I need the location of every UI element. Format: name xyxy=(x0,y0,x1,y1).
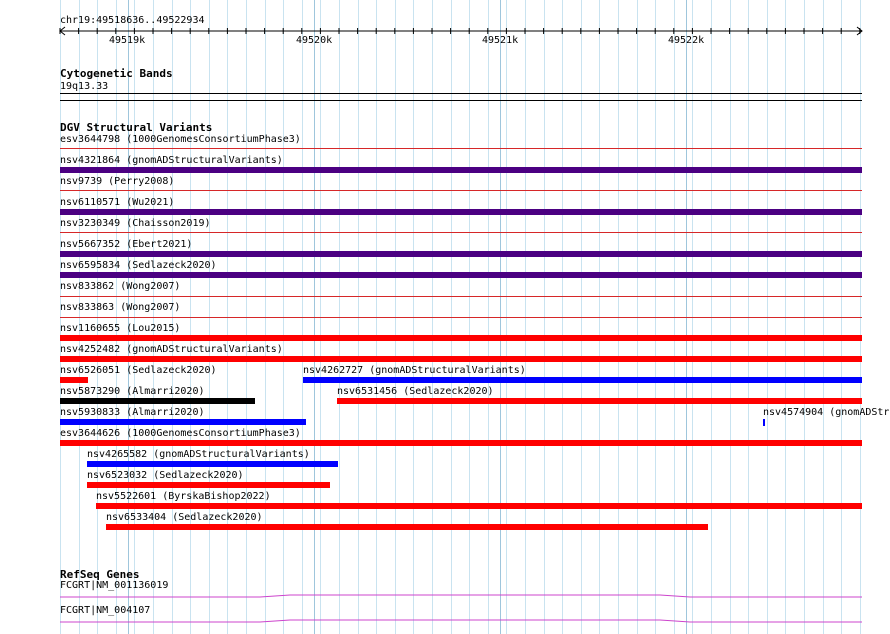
variant-bar[interactable] xyxy=(60,335,862,341)
variant-label[interactable]: nsv6595834 (Sedlazeck2020) xyxy=(60,260,217,272)
variant-bar[interactable] xyxy=(303,377,862,383)
variant-label[interactable]: nsv6533404 (Sedlazeck2020) xyxy=(106,512,263,524)
variant-label[interactable]: nsv3230349 (Chaisson2019) xyxy=(60,218,211,230)
variant-label[interactable]: nsv4574904 (gnomADStru xyxy=(763,407,890,419)
track-separator xyxy=(60,100,862,101)
variant-label[interactable]: nsv9739 (Perry2008) xyxy=(60,176,174,188)
variant-bar[interactable] xyxy=(60,272,862,278)
variant-label[interactable]: nsv4252482 (gnomADStructuralVariants) xyxy=(60,344,283,356)
variant-label[interactable]: nsv5522601 (ByrskaBishop2022) xyxy=(96,491,271,503)
cytoband-bar[interactable] xyxy=(60,93,862,94)
variant-label[interactable]: nsv4321864 (gnomADStructuralVariants) xyxy=(60,155,283,167)
variant-bar[interactable] xyxy=(337,398,862,404)
variant-bar[interactable] xyxy=(60,251,862,257)
genome-browser-view[interactable]: chr19:49518636..49522934 49519k 49520k 4… xyxy=(0,0,890,634)
variant-bar[interactable] xyxy=(763,419,765,426)
variant-bar[interactable] xyxy=(60,296,862,297)
variant-bar[interactable] xyxy=(60,209,862,215)
variant-label[interactable]: nsv4265582 (gnomADStructuralVariants) xyxy=(87,449,310,461)
variant-bar[interactable] xyxy=(60,419,306,425)
dgv-track-title[interactable]: DGV Structural Variants xyxy=(60,121,212,134)
variant-bar[interactable] xyxy=(60,377,88,383)
cytoband-track-title[interactable]: Cytogenetic Bands xyxy=(60,67,173,80)
variant-bar[interactable] xyxy=(87,482,330,488)
ruler-axis[interactable] xyxy=(58,24,866,40)
variant-label[interactable]: nsv6523032 (Sedlazeck2020) xyxy=(87,470,244,482)
variant-label[interactable]: esv3644798 (1000GenomesConsortiumPhase3) xyxy=(60,134,301,146)
variant-bar[interactable] xyxy=(60,356,862,362)
variant-bar[interactable] xyxy=(60,190,862,191)
gene-model[interactable] xyxy=(60,590,862,602)
variant-bar[interactable] xyxy=(60,148,862,149)
variant-label[interactable]: nsv833862 (Wong2007) xyxy=(60,281,180,293)
variant-label[interactable]: esv3644626 (1000GenomesConsortiumPhase3) xyxy=(60,428,301,440)
variant-label[interactable]: nsv4262727 (gnomADStructuralVariants) xyxy=(303,365,526,377)
variant-label[interactable]: nsv5667352 (Ebert2021) xyxy=(60,239,192,251)
variant-label[interactable]: nsv5873290 (Almarri2020) xyxy=(60,386,205,398)
ruler-tick-label: 49519k xyxy=(109,35,146,46)
variant-bar[interactable] xyxy=(60,167,862,173)
ruler-tick-label: 49521k xyxy=(482,35,519,46)
variant-bar[interactable] xyxy=(60,398,255,404)
gene-model[interactable] xyxy=(60,615,862,627)
variant-bar[interactable] xyxy=(87,461,338,467)
variant-label[interactable]: nsv833863 (Wong2007) xyxy=(60,302,180,314)
variant-bar[interactable] xyxy=(106,524,708,530)
variant-label[interactable]: nsv6531456 (Sedlazeck2020) xyxy=(337,386,494,398)
variant-bar[interactable] xyxy=(60,317,862,318)
variant-label[interactable]: nsv1160655 (Lou2015) xyxy=(60,323,180,335)
variant-bar[interactable] xyxy=(60,232,862,233)
variant-bar[interactable] xyxy=(60,440,862,446)
variant-label[interactable]: nsv6526051 (Sedlazeck2020) xyxy=(60,365,217,377)
cytoband-label[interactable]: 19q13.33 xyxy=(60,81,108,93)
ruler-tick-label: 49522k xyxy=(668,35,705,46)
variant-bar[interactable] xyxy=(96,503,862,509)
ruler-tick-label: 49520k xyxy=(296,35,333,46)
variant-label[interactable]: nsv5930833 (Almarri2020) xyxy=(60,407,205,419)
variant-label[interactable]: nsv6110571 (Wu2021) xyxy=(60,197,174,209)
